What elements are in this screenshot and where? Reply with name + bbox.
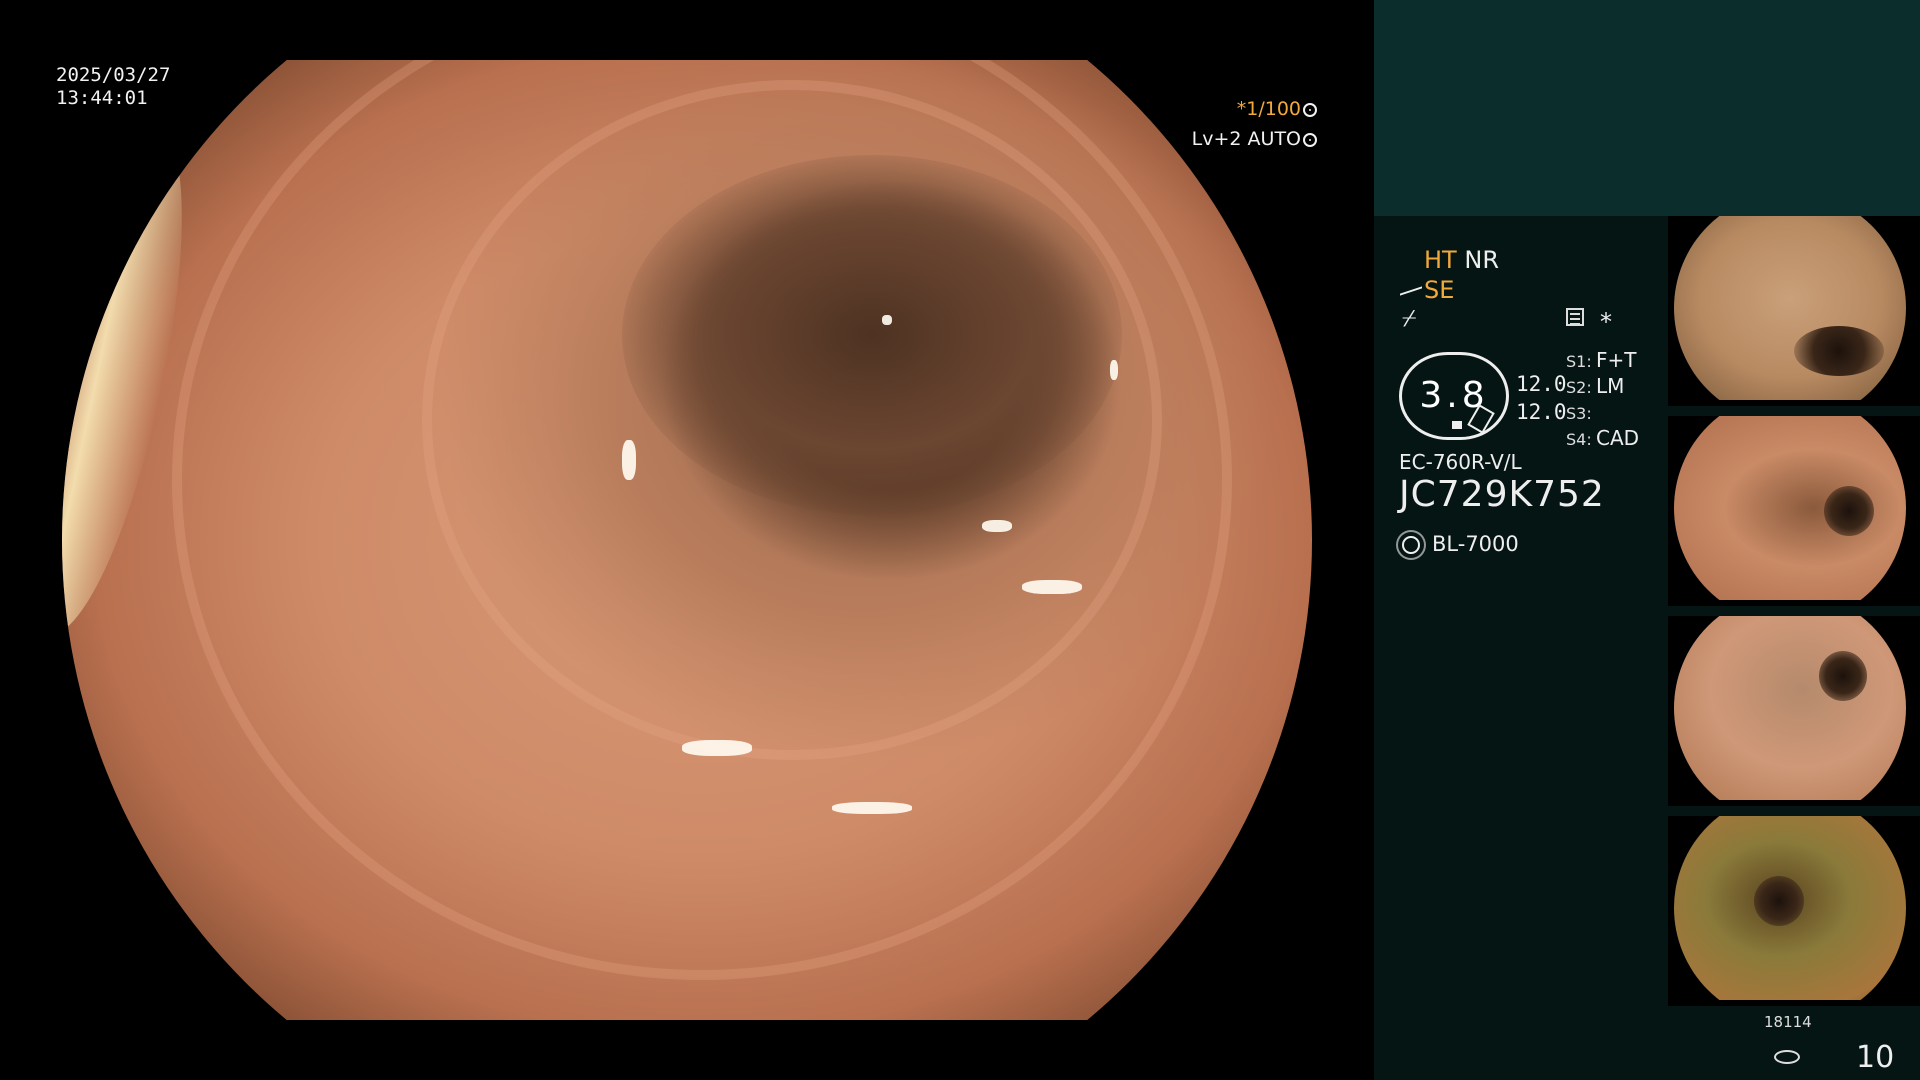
date-text: 2025/03/27 <box>56 64 171 86</box>
specular-highlight <box>1022 580 1082 594</box>
capture-thumbnail[interactable] <box>1668 616 1920 806</box>
gauge-value-2: 12.0 <box>1516 400 1567 424</box>
light-source: BL-7000 <box>1402 532 1519 556</box>
endoscope-main-view <box>62 60 1312 1020</box>
aperture-icon <box>1303 103 1317 117</box>
se-setting: SE <box>1400 276 1454 304</box>
thumbnail-image <box>1674 616 1906 800</box>
menu-icon <box>1566 308 1584 326</box>
time-text: 13:44:01 <box>56 87 148 109</box>
specular-highlight <box>1110 360 1118 380</box>
specular-highlight <box>982 520 1012 532</box>
specular-highlight <box>682 740 752 756</box>
nr-label: NR <box>1464 246 1499 274</box>
light-source-icon <box>1402 536 1420 554</box>
se-label: SE <box>1424 276 1455 304</box>
capture-thumbnail[interactable] <box>1668 216 1920 406</box>
switch-label: S3: <box>1566 404 1592 423</box>
shutter-text: *1/100 <box>1236 98 1301 120</box>
star-icon: * <box>1600 308 1612 336</box>
level-text: Lv+2 AUTO <box>1191 128 1301 150</box>
zap-icon: ⌿ <box>1402 304 1417 332</box>
switch-value: LM <box>1596 374 1625 398</box>
specular-highlight <box>882 315 892 325</box>
datetime: 2025/03/27 13:44:01 <box>56 64 170 110</box>
thumbnail-lumen <box>1819 651 1867 701</box>
capture-thumbnail[interactable] <box>1668 816 1920 1006</box>
thumbnail-image <box>1674 816 1906 1000</box>
shutter-speed: *1/100 <box>1237 98 1317 121</box>
switch-value: CAD <box>1596 426 1640 450</box>
thumbnail-lumen <box>1754 876 1804 926</box>
scope-model: EC-760R-V/L <box>1399 450 1522 474</box>
auto-iris-icon <box>1303 133 1317 147</box>
capture-thumbnail[interactable] <box>1668 416 1920 606</box>
structure-enhance-icon <box>1400 282 1422 298</box>
thumbnail-lumen <box>1824 486 1874 536</box>
storage-disk-icon <box>1774 1050 1800 1064</box>
light-source-text: BL-7000 <box>1432 532 1519 556</box>
switch-value: F+T <box>1596 348 1637 372</box>
ht-nr-setting: HT NR <box>1424 246 1499 274</box>
switch-label: S4: <box>1566 430 1592 449</box>
page-number: 10 <box>1856 1040 1895 1075</box>
gauge-value-1: 12.0 <box>1516 372 1567 396</box>
gauge: 3.8 <box>1399 352 1509 440</box>
lumen <box>622 155 1122 515</box>
thumbnail-image <box>1674 416 1906 600</box>
specular-highlight <box>622 440 636 480</box>
top-panel <box>1374 0 1920 216</box>
image-count: 18114 <box>1764 1013 1812 1031</box>
scope-serial: JC729K752 <box>1399 474 1605 515</box>
thumbnail-image <box>1674 216 1906 400</box>
ht-label: HT <box>1424 246 1457 274</box>
thumbnail-lumen <box>1794 326 1884 376</box>
brightness-level: Lv+2 AUTO <box>1192 128 1317 151</box>
switch-label: S2: <box>1566 378 1592 397</box>
specular-highlight <box>832 802 912 814</box>
switch-label: S1: <box>1566 352 1592 371</box>
gauge-bar-icon <box>1452 421 1462 429</box>
